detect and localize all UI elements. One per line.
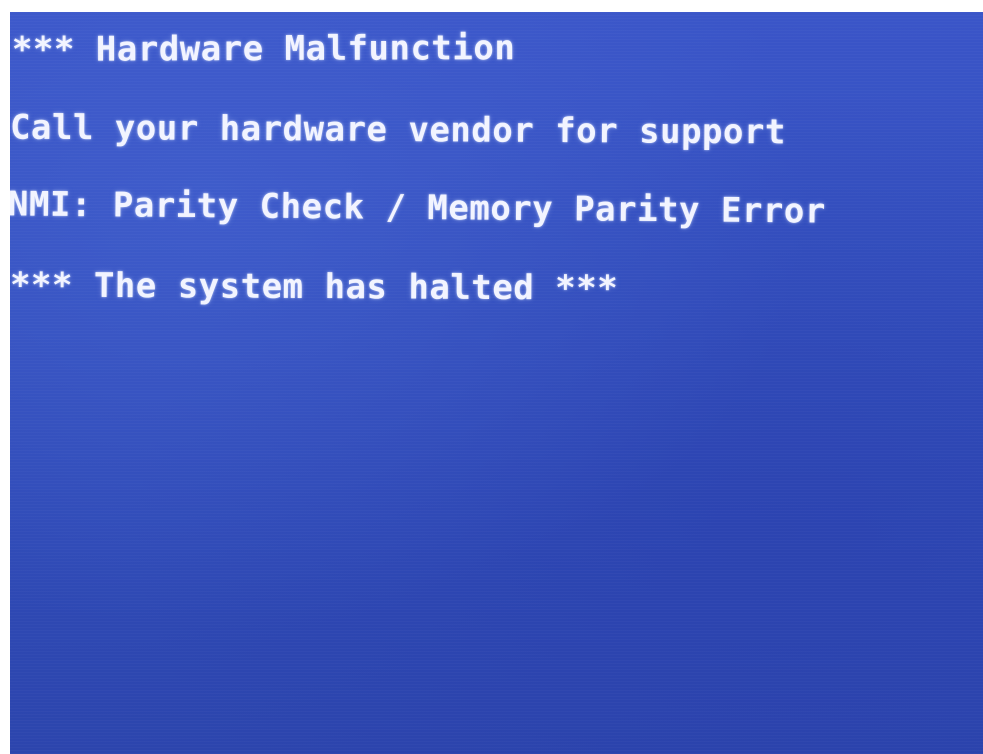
system-halted-message: *** The system has halted ***: [10, 265, 619, 309]
support-message: Call your hardware vendor for support: [10, 107, 787, 153]
error-title: *** Hardware Malfunction: [11, 28, 516, 70]
blue-screen-of-death: *** Hardware Malfunction Call your hardw…: [10, 12, 983, 754]
photo-frame: *** Hardware Malfunction Call your hardw…: [0, 0, 983, 754]
nmi-error-message: NMI: Parity Check / Memory Parity Error: [10, 184, 826, 232]
